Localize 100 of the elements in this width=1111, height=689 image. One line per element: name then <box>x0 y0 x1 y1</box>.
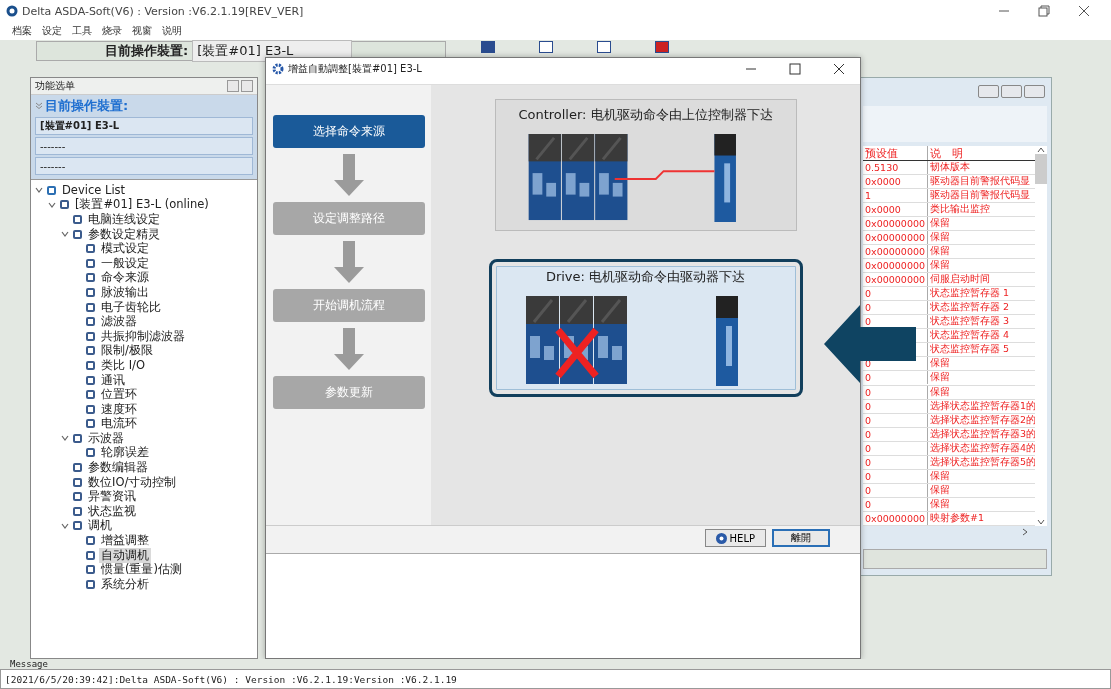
table-cell: 状态监控暂存器 4 <box>930 329 1010 341</box>
table-cell: 0x00000000 <box>865 274 926 286</box>
menu-item[interactable]: 工具 <box>72 24 92 38</box>
menu-item[interactable]: 说明 <box>162 24 182 38</box>
maximize-icon[interactable] <box>788 62 802 76</box>
table-cell: 0 <box>865 372 872 384</box>
chevron-down-icon[interactable] <box>48 200 56 209</box>
close-icon[interactable] <box>832 62 846 76</box>
column-header[interactable]: 预设值 <box>863 146 927 160</box>
tree-item[interactable]: [装置#01] E3-L (online) <box>73 197 211 213</box>
table-cell: 0 <box>865 470 872 482</box>
help-button[interactable]: HELP <box>704 529 766 547</box>
table-cell: 保留 <box>930 497 950 509</box>
tree-item[interactable]: 限制/极限 <box>99 343 155 359</box>
table-cell: 0 <box>865 400 872 412</box>
node-icon <box>85 316 96 328</box>
node-icon <box>59 199 70 211</box>
table-cell: 选择状态监控暂存器1的 <box>930 399 1035 411</box>
chevron-down-icon[interactable] <box>61 230 69 239</box>
dialog-title: 增益自動調整[裝置#01] E3-L <box>288 62 422 76</box>
tree-item[interactable]: 位置环 <box>99 387 139 403</box>
pin-icon[interactable] <box>227 80 239 92</box>
device-item[interactable]: ------- <box>35 137 253 155</box>
down-arrow-icon <box>333 241 364 283</box>
maximize-button[interactable] <box>1001 84 1022 98</box>
table-cell: 保留 <box>930 483 950 495</box>
double-chevron-icon[interactable] <box>35 102 43 110</box>
tree-item[interactable]: 参数编辑器 <box>86 460 150 476</box>
table-cell: 映射参数#1 <box>930 511 984 523</box>
option-card[interactable]: Drive: 电机驱动命令由驱动器下达 <box>488 259 803 397</box>
node-icon <box>85 374 96 386</box>
table-cell: 0x00000000 <box>865 218 926 230</box>
node-icon <box>72 228 83 240</box>
tree-item[interactable]: 电流环 <box>99 416 139 432</box>
scroll-down-icon[interactable] <box>1037 518 1045 526</box>
tree-item[interactable]: 模式设定 <box>99 241 151 257</box>
tree-item[interactable]: 状态监视 <box>86 503 138 519</box>
window-title: Delta ASDA-Soft(V6) : Version :V6.2.1.19[REV_VER] <box>22 4 304 18</box>
tree-item[interactable]: 增益调整 <box>99 533 151 549</box>
exit-button[interactable]: 離開 <box>772 529 830 547</box>
node-icon <box>85 330 96 342</box>
table-cell: 0 <box>865 302 872 314</box>
tree-item[interactable]: 数位IO/寸动控制 <box>86 474 179 490</box>
tree-item[interactable]: 类比 I/O <box>99 357 147 373</box>
table-cell: 0x00000000 <box>865 512 926 524</box>
node-icon <box>85 272 96 284</box>
option-label: Drive: 电机驱动命令由驱动器下达 <box>545 268 746 286</box>
restore-icon[interactable] <box>1037 4 1051 18</box>
table-cell: 选择状态监控暂存器4的 <box>930 441 1035 453</box>
tree-item[interactable]: 示波器 <box>86 430 126 446</box>
tree-item[interactable]: 通讯 <box>99 372 127 388</box>
menu-item[interactable]: 视窗 <box>132 24 152 38</box>
node-icon <box>85 535 96 547</box>
table-cell: 0x00000000 <box>865 260 926 272</box>
tree-item[interactable]: Device List <box>60 183 128 198</box>
tree-item[interactable]: 命令来源 <box>99 270 151 286</box>
step-button[interactable]: 选择命令来源 <box>272 115 425 148</box>
scroll-right-icon[interactable] <box>1021 528 1029 536</box>
tree-item[interactable]: 共振抑制滤波器 <box>99 328 187 344</box>
close-button[interactable] <box>1024 84 1045 98</box>
table-cell: 选择状态监控暂存器3的 <box>930 427 1035 439</box>
tree-item[interactable]: 一般设定 <box>99 255 151 271</box>
tree-item[interactable]: 速度环 <box>99 401 139 417</box>
menu-item[interactable]: 设定 <box>42 24 62 38</box>
tree-item[interactable]: 脉波输出 <box>99 284 151 300</box>
node-icon <box>72 214 83 225</box>
tree-item[interactable]: 系统分析 <box>99 576 151 592</box>
table-cell: 0 <box>865 498 872 510</box>
node-icon <box>72 520 83 532</box>
node-icon <box>85 286 96 298</box>
tree-item[interactable]: 轮廓误差 <box>99 445 151 461</box>
chevron-down-icon[interactable] <box>35 186 43 195</box>
scrollbar-thumb[interactable] <box>1035 154 1047 184</box>
chevron-down-icon[interactable] <box>61 521 69 530</box>
scroll-up-icon[interactable] <box>1037 146 1045 154</box>
menu-item[interactable]: 档案 <box>12 24 32 38</box>
device-item[interactable]: [裝置#01] E3-L <box>35 117 253 135</box>
table-cell: 类比输出监控 <box>930 203 990 215</box>
device-label: 目前操作裝置: <box>105 42 189 60</box>
device-item[interactable]: ------- <box>35 157 253 175</box>
tree-item[interactable]: 自动调机 <box>99 547 151 563</box>
table-cell: 0 <box>865 484 872 496</box>
node-icon <box>72 476 83 488</box>
tree-item[interactable]: 参数设定精灵 <box>86 226 162 242</box>
tree-item[interactable]: 滤波器 <box>99 314 139 330</box>
table-cell: 0 <box>865 442 872 454</box>
node-icon <box>85 549 96 561</box>
table-cell: 选择状态监控暂存器5的 <box>930 455 1035 467</box>
tree-item[interactable]: 电子齿轮比 <box>99 299 163 315</box>
menu-item[interactable]: 烧录 <box>102 24 122 38</box>
minimize-button[interactable] <box>978 84 999 98</box>
app-logo-icon <box>6 5 18 17</box>
tree-item[interactable]: 调机 <box>86 518 114 534</box>
option-card[interactable]: Controller: 电机驱动命令由上位控制器下达 <box>494 99 797 231</box>
tree-item[interactable]: 异警资讯 <box>86 489 138 505</box>
chevron-down-icon[interactable] <box>61 434 69 443</box>
tree-item[interactable]: 电脑连线设定 <box>86 212 162 227</box>
close-icon[interactable] <box>1077 4 1091 18</box>
tree-item[interactable]: 惯量(重量)估测 <box>99 562 184 578</box>
node-icon <box>72 462 83 474</box>
